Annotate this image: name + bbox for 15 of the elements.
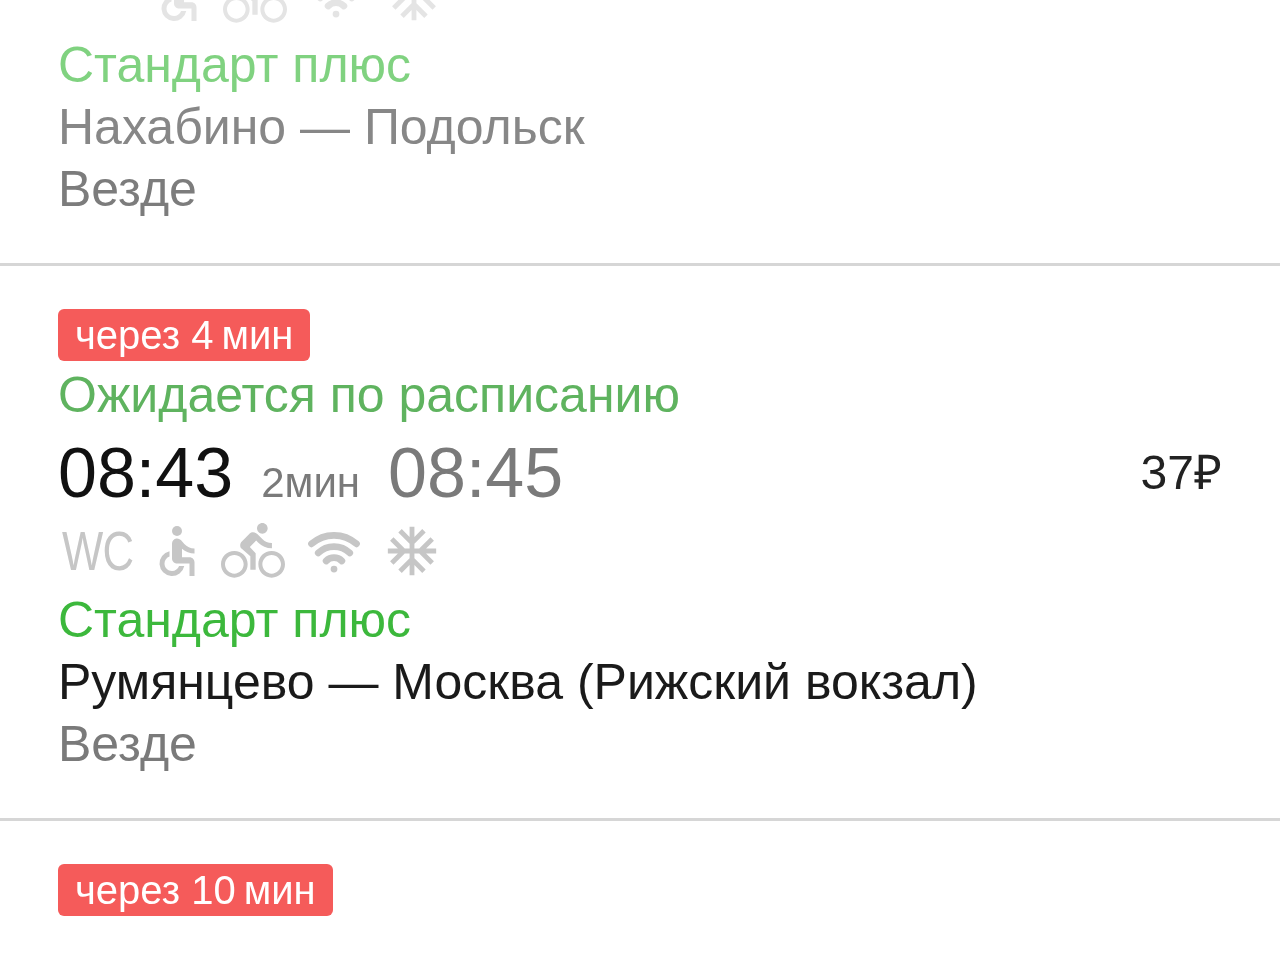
zones-text: Везде: [58, 715, 198, 774]
zones-text: Везде: [58, 160, 198, 219]
status-text: Ожидается по расписанию: [58, 366, 681, 425]
departure-time: 08:43: [58, 433, 234, 514]
route-text: Румянцево — Москва (Рижский вокзал): [58, 653, 979, 712]
trip-duration: 2мин: [261, 458, 361, 508]
countdown-badge: через 4 мин: [58, 309, 311, 361]
train-class: Стандарт плюс: [58, 36, 413, 95]
route-text: Нахабино — Подольск: [58, 98, 586, 157]
wc-label: WC: [62, 525, 134, 577]
ticket-price: 37₽: [1140, 445, 1222, 501]
train-card[interactable]: Стандарт плюс Нахабино — Подольск Везде: [0, 0, 1280, 266]
countdown-badge: через 10 мин: [58, 864, 333, 916]
arrival-time: 08:45: [388, 433, 564, 514]
train-class: Стандарт плюс: [58, 591, 413, 650]
